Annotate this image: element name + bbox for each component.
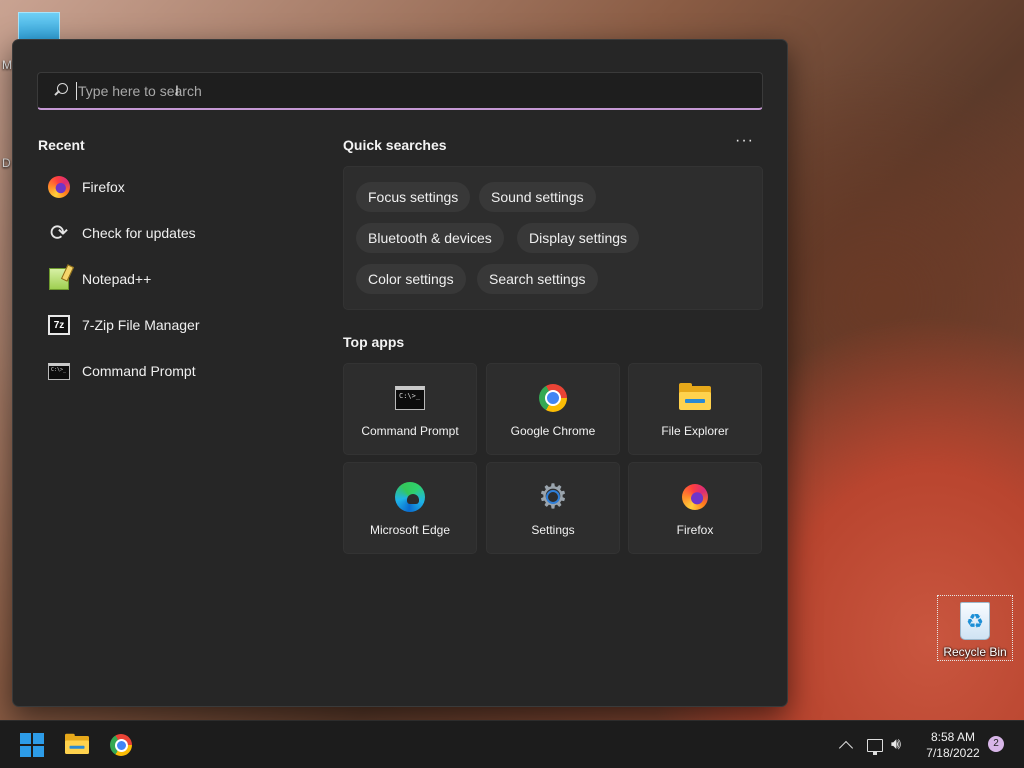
desktop-icon-label: M	[2, 58, 12, 72]
network-button[interactable]	[867, 721, 883, 768]
quick-search-chip[interactable]: Display settings	[517, 223, 640, 253]
top-app-label: Microsoft Edge	[369, 523, 451, 537]
speaker-icon: 🔊︎	[891, 736, 902, 753]
recent-item-command-prompt[interactable]: C:\>_ Command Prompt	[39, 348, 309, 394]
top-app-firefox[interactable]: Firefox	[628, 462, 762, 554]
chrome-icon	[110, 734, 132, 756]
recycle-bin-icon: ♻	[960, 602, 990, 640]
recent-item-label: Notepad++	[82, 271, 152, 287]
top-app-label: Command Prompt	[361, 424, 459, 438]
firefox-icon	[679, 481, 711, 513]
chrome-icon	[537, 382, 569, 414]
gear-icon: ⚙	[537, 478, 569, 516]
network-icon	[867, 738, 883, 755]
desktop-icon-label: D	[2, 156, 11, 170]
edge-icon	[394, 481, 426, 513]
desktop-icon-thumbnail[interactable]	[18, 12, 60, 42]
search-panel: I Recent Firefox ⟳ Check for updates Not…	[12, 39, 788, 707]
windows-start-icon	[20, 733, 44, 757]
search-box[interactable]: I	[37, 72, 763, 110]
command-prompt-icon: C:\>_	[394, 382, 426, 414]
quick-search-chip[interactable]: Focus settings	[356, 182, 471, 212]
sync-icon: ⟳	[49, 220, 69, 245]
top-app-label: Settings	[531, 523, 575, 537]
notepadpp-icon	[47, 267, 71, 291]
top-app-label: Firefox	[676, 523, 714, 537]
taskbar-chrome-button[interactable]	[103, 729, 139, 761]
top-app-label: Google Chrome	[510, 424, 596, 438]
recent-item-notepadpp[interactable]: Notepad++	[39, 256, 309, 302]
top-app-file-explorer[interactable]: File Explorer	[628, 363, 762, 455]
more-options-icon[interactable]: ···	[735, 132, 754, 150]
recycle-bin-desktop-icon[interactable]: ♻ Recycle Bin	[937, 595, 1013, 661]
top-app-label: File Explorer	[661, 424, 729, 438]
top-app-google-chrome[interactable]: Google Chrome	[486, 363, 620, 455]
quick-search-chip[interactable]: Search settings	[477, 264, 598, 294]
recent-heading: Recent	[38, 137, 85, 153]
top-apps-heading: Top apps	[343, 334, 405, 350]
clock[interactable]: 8:58 AM 7/18/2022	[918, 729, 988, 761]
clock-time: 8:58 AM	[930, 730, 976, 744]
recent-item-label: Check for updates	[82, 225, 196, 241]
quick-searches-heading: Quick searches	[343, 137, 447, 153]
quick-search-chip[interactable]: Sound settings	[479, 182, 596, 212]
search-icon	[52, 82, 68, 99]
folder-icon	[679, 382, 711, 414]
top-app-microsoft-edge[interactable]: Microsoft Edge	[343, 462, 477, 554]
recent-item-label: Firefox	[82, 179, 125, 195]
command-prompt-icon: C:\>_	[47, 359, 71, 383]
quick-searches-box: Focus settings Sound settings Bluetooth …	[343, 166, 763, 310]
7zip-icon: 7z	[47, 313, 71, 337]
recent-list: Firefox ⟳ Check for updates Notepad++ 7z…	[39, 164, 309, 394]
start-button[interactable]	[14, 729, 50, 761]
taskbar: 🔊︎ 8:58 AM 7/18/2022	[0, 720, 1024, 768]
taskbar-file-explorer-button[interactable]	[59, 729, 95, 761]
quick-search-chip[interactable]: Color settings	[356, 264, 466, 294]
recent-item-firefox[interactable]: Firefox	[39, 164, 309, 210]
recent-item-label: Command Prompt	[82, 363, 196, 379]
top-app-settings[interactable]: ⚙ Settings	[486, 462, 620, 554]
recent-item-check-for-updates[interactable]: ⟳ Check for updates	[39, 210, 309, 256]
volume-button[interactable]: 🔊︎	[891, 721, 901, 768]
firefox-icon	[47, 175, 71, 199]
show-hidden-icons-button[interactable]	[838, 721, 854, 768]
search-input[interactable]	[76, 81, 762, 100]
top-app-command-prompt[interactable]: C:\>_ Command Prompt	[343, 363, 477, 455]
recycle-bin-label: Recycle Bin	[943, 645, 1007, 659]
clock-date: 7/18/2022	[926, 746, 980, 760]
recent-item-label: 7-Zip File Manager	[82, 317, 200, 333]
quick-search-chip[interactable]: Bluetooth & devices	[356, 223, 504, 253]
file-explorer-icon	[65, 733, 89, 754]
notification-badge[interactable]: 2	[988, 736, 1004, 752]
chevron-up-icon	[838, 740, 854, 755]
text-cursor-icon: I	[175, 82, 179, 98]
recent-item-7zip[interactable]: 7z 7-Zip File Manager	[39, 302, 309, 348]
